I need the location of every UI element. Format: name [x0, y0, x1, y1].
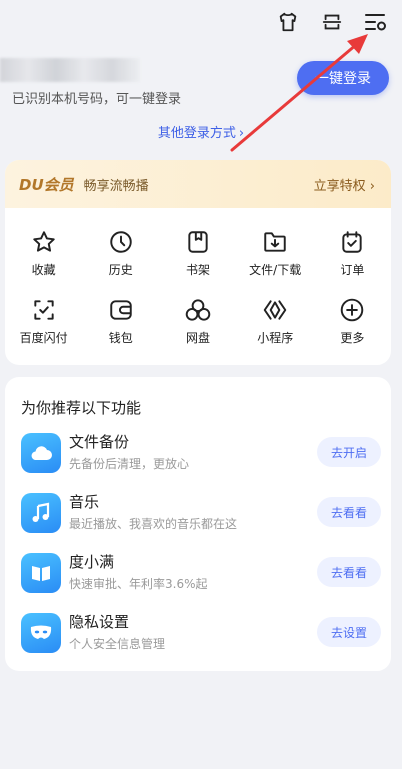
- shortcut-label: 书架: [185, 263, 210, 277]
- music-note-icon: [21, 493, 61, 533]
- shortcut-label: 订单: [340, 263, 365, 277]
- shortcut-grid: 收藏 历史 书架 文件/下载 订单 百度闪付 钱包 网盘 小程序 更多: [5, 208, 391, 346]
- shortcut-flash-pay[interactable]: 百度闪付: [5, 296, 82, 346]
- shortcut-card: DU会员 畅享流畅播 立享特权 › 收藏 历史 书架 文件/下载 订单 百度闪付…: [5, 160, 391, 365]
- recommend-title: 为你推荐以下功能: [21, 399, 142, 417]
- login-hint: 已识别本机号码，可一键登录: [12, 92, 182, 107]
- mini-program-icon: [261, 296, 289, 324]
- recommend-name: 隐私设置: [69, 613, 130, 631]
- shortcut-wallet[interactable]: 钱包: [82, 296, 159, 346]
- recommend-item-file-backup[interactable]: 文件备份 先备份后清理，更放心 去开启: [21, 433, 381, 477]
- other-login-link[interactable]: 其他登录方式 ›: [0, 122, 402, 141]
- mask-icon: [21, 613, 61, 653]
- recommend-name: 文件备份: [69, 433, 130, 451]
- shortcut-label: 历史: [108, 263, 133, 277]
- recommend-desc: 快速审批、年利率3.6%起: [69, 577, 208, 591]
- recommend-desc: 先备份后清理，更放心: [69, 457, 190, 471]
- shortcut-label: 文件/下载: [249, 263, 302, 277]
- chevron-right-icon: ›: [238, 126, 245, 141]
- vip-logo: DU会员: [19, 175, 74, 194]
- recommend-item-music[interactable]: 音乐 最近播放、我喜欢的音乐都在这 去看看: [21, 493, 381, 537]
- masked-phone-number: [0, 58, 140, 82]
- shortcut-label: 收藏: [31, 263, 56, 277]
- book-open-icon: [21, 553, 61, 593]
- shortcut-label: 百度闪付: [19, 331, 68, 345]
- vip-banner[interactable]: DU会员 畅享流畅播 立享特权 ›: [5, 160, 391, 208]
- wallet-icon: [107, 296, 135, 324]
- vip-cta[interactable]: 立享特权 ›: [314, 175, 375, 194]
- shortcut-bookshelf[interactable]: 书架: [159, 228, 236, 278]
- bookmark-icon: [184, 228, 212, 256]
- view-music-button[interactable]: 去看看: [317, 497, 381, 527]
- tshirt-icon[interactable]: [276, 10, 300, 34]
- recommend-desc: 最近播放、我喜欢的音乐都在这: [69, 517, 238, 531]
- recommend-card: 为你推荐以下功能 文件备份 先备份后清理，更放心 去开启 音乐 最近播放、我喜欢…: [5, 377, 391, 671]
- enable-backup-button[interactable]: 去开启: [317, 437, 381, 467]
- shortcut-label: 小程序: [257, 331, 294, 345]
- clock-icon: [107, 228, 135, 256]
- top-toolbar: [276, 10, 388, 34]
- settings-icon[interactable]: [364, 10, 388, 34]
- shortcut-label: 网盘: [185, 331, 210, 345]
- cloud-icon: [21, 433, 61, 473]
- shortcut-more[interactable]: 更多: [314, 296, 391, 346]
- vip-slogan: 畅享流畅播: [83, 178, 149, 194]
- cloud-drive-icon: [184, 296, 212, 324]
- star-icon: [30, 228, 58, 256]
- other-login-label: 其他登录方式: [157, 126, 236, 141]
- shortcut-files-downloads[interactable]: 文件/下载: [237, 228, 314, 278]
- recommend-desc: 个人安全信息管理: [69, 637, 166, 651]
- recommend-item-duxiaoman[interactable]: 度小满 快速审批、年利率3.6%起 去看看: [21, 553, 381, 597]
- download-folder-icon: [261, 228, 289, 256]
- plus-circle-icon: [338, 296, 366, 324]
- shortcut-label: 更多: [340, 331, 365, 345]
- recommend-name: 音乐: [69, 493, 100, 511]
- shortcut-orders[interactable]: 订单: [314, 228, 391, 278]
- order-icon: [338, 228, 366, 256]
- shortcut-favorites[interactable]: 收藏: [5, 228, 82, 278]
- one-click-login-button[interactable]: 一键登录: [297, 61, 389, 95]
- recommend-item-privacy[interactable]: 隐私设置 个人安全信息管理 去设置: [21, 613, 381, 657]
- recommend-name: 度小满: [69, 553, 115, 571]
- scan-icon[interactable]: [320, 10, 344, 34]
- view-duxiaoman-button[interactable]: 去看看: [317, 557, 381, 587]
- shortcut-history[interactable]: 历史: [82, 228, 159, 278]
- shortcut-mini-program[interactable]: 小程序: [237, 296, 314, 346]
- flash-pay-icon: [30, 296, 58, 324]
- shortcut-label: 钱包: [108, 331, 133, 345]
- privacy-settings-button[interactable]: 去设置: [317, 617, 381, 647]
- shortcut-cloud-drive[interactable]: 网盘: [159, 296, 236, 346]
